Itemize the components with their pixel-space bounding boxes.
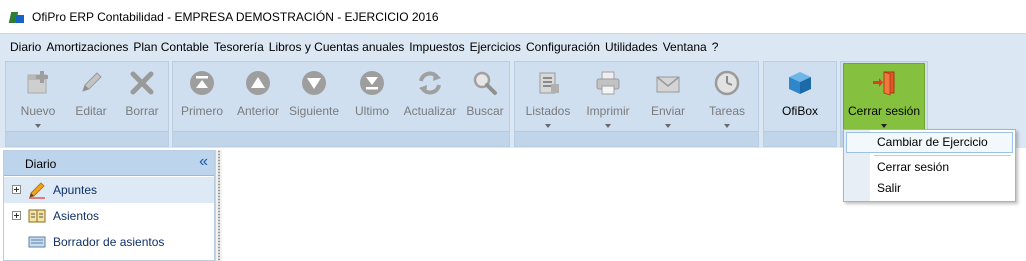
ofibox-button[interactable]: OfiBox xyxy=(770,64,830,130)
imprimir-button[interactable]: Imprimir xyxy=(579,64,637,130)
anterior-label: Anterior xyxy=(236,104,280,118)
list-report-icon xyxy=(539,72,559,94)
siguiente-label: Siguiente xyxy=(288,104,340,118)
listados-label: Listados xyxy=(525,104,571,118)
editar-button[interactable]: Editar xyxy=(66,64,116,130)
pencil-icon xyxy=(29,182,45,199)
first-record-icon xyxy=(190,71,214,95)
editar-label: Editar xyxy=(75,104,107,118)
ribbon-group-output: Listados Imprimir Enviar Tareas xyxy=(514,61,759,147)
menu-ejercicios[interactable]: Ejercicios xyxy=(470,40,521,54)
envelope-icon xyxy=(656,76,680,93)
chevron-down-icon xyxy=(545,124,551,128)
menu-amortizaciones[interactable]: Amortizaciones xyxy=(46,40,128,54)
chevron-down-icon xyxy=(35,124,41,128)
ribbon-group-strip xyxy=(764,131,836,146)
tree-item-borrador-asientos[interactable]: Borrador de asientos xyxy=(4,229,214,255)
exit-door-icon xyxy=(873,71,895,96)
menu-diario[interactable]: Diario xyxy=(10,40,41,54)
tareas-button[interactable]: Tareas xyxy=(699,64,755,130)
siguiente-button[interactable]: Siguiente xyxy=(287,64,341,130)
ofibox-cube-icon xyxy=(789,72,811,94)
borrar-label: Borrar xyxy=(125,104,159,118)
ribbon-group-ofibox: OfiBox xyxy=(763,61,837,147)
primero-label: Primero xyxy=(180,104,223,118)
cerrar-sesion-label: Cerrar sesión xyxy=(847,104,921,118)
menu-item-cambiar-ejercicio[interactable]: Cambiar de Ejercicio xyxy=(877,135,988,149)
chevron-down-icon xyxy=(724,124,730,128)
menu-item-cerrar-sesion[interactable]: Cerrar sesión xyxy=(877,160,949,174)
title-bar: OfiPro ERP Contabilidad - EMPRESA DEMOST… xyxy=(0,0,1026,33)
menu-item-salir[interactable]: Salir xyxy=(877,181,901,195)
expand-icon[interactable] xyxy=(12,211,21,220)
listados-button[interactable]: Listados xyxy=(521,64,575,130)
tree-item-asientos[interactable]: Asientos xyxy=(4,203,214,229)
ribbon-group-strip xyxy=(173,131,509,146)
window-title: OfiPro ERP Contabilidad - EMPRESA DEMOST… xyxy=(32,9,439,24)
menu-tesoreria[interactable]: Tesorería xyxy=(214,40,264,54)
diario-nav-panel: Diario « Apuntes Asientos Borrador de as… xyxy=(3,150,215,261)
last-record-icon xyxy=(360,71,384,95)
nuevo-label: Nuevo xyxy=(20,104,56,118)
tree-item-label: Apuntes xyxy=(53,183,98,197)
tree-item-label: Asientos xyxy=(53,209,100,223)
menu-bar: Diario Amortizaciones Plan Contable Teso… xyxy=(0,33,1026,59)
chevron-down-icon xyxy=(605,124,611,128)
new-record-icon xyxy=(27,71,48,94)
draft-icon xyxy=(28,236,46,248)
tree-item-label: Borrador de asientos xyxy=(53,235,165,249)
clock-icon xyxy=(714,70,740,96)
tareas-label: Tareas xyxy=(708,104,746,118)
borrar-button[interactable]: Borrar xyxy=(118,64,166,130)
printer-icon xyxy=(596,71,620,95)
app-logo-icon xyxy=(8,9,25,25)
panel-splitter[interactable] xyxy=(215,150,222,261)
session-dropdown-menu: Cambiar de Ejercicio Cerrar sesión Salir xyxy=(843,129,1016,202)
imprimir-label: Imprimir xyxy=(586,104,630,118)
ribbon-group-strip xyxy=(6,131,168,146)
collapse-panel-icon[interactable]: « xyxy=(199,153,208,171)
next-record-icon xyxy=(302,71,326,95)
ribbon-group-edit: Nuevo Editar Borrar xyxy=(5,61,169,147)
chevron-down-icon xyxy=(881,124,887,128)
menu-plan-contable[interactable]: Plan Contable xyxy=(133,40,208,54)
expand-icon[interactable] xyxy=(12,185,21,194)
previous-record-icon xyxy=(246,71,270,95)
enviar-button[interactable]: Enviar xyxy=(641,64,695,130)
ribbon-group-strip xyxy=(515,131,758,146)
menu-configuracion[interactable]: Configuración xyxy=(526,40,600,54)
cerrar-sesion-button[interactable]: Cerrar sesión xyxy=(843,63,925,130)
buscar-button[interactable]: Buscar xyxy=(461,64,509,130)
search-icon xyxy=(473,71,497,95)
primero-button[interactable]: Primero xyxy=(175,64,229,130)
splitter-grip xyxy=(218,150,220,261)
actualizar-label: Actualizar xyxy=(403,104,457,118)
menu-libros-cuentas[interactable]: Libros y Cuentas anuales xyxy=(269,40,404,54)
panel-title: Diario xyxy=(25,157,57,171)
actualizar-button[interactable]: Actualizar xyxy=(401,64,459,130)
menu-utilidades[interactable]: Utilidades xyxy=(605,40,658,54)
enviar-label: Enviar xyxy=(650,104,685,118)
edit-pencil-icon xyxy=(82,72,102,92)
nuevo-button[interactable]: Nuevo xyxy=(10,64,66,130)
menu-help[interactable]: ? xyxy=(712,40,719,54)
ultimo-label: Ultimo xyxy=(354,104,389,118)
buscar-label: Buscar xyxy=(466,104,504,118)
refresh-icon xyxy=(419,71,441,95)
menu-impuestos[interactable]: Impuestos xyxy=(409,40,464,54)
chevron-down-icon xyxy=(665,124,671,128)
menu-separator xyxy=(874,155,1011,156)
ofibox-label: OfiBox xyxy=(781,104,818,118)
ribbon-group-navigation: Primero Anterior Siguiente Ultimo Actual… xyxy=(172,61,510,147)
menu-ventana[interactable]: Ventana xyxy=(663,40,707,54)
delete-x-icon xyxy=(130,71,154,95)
ledger-icon xyxy=(28,209,46,223)
panel-header: Diario « xyxy=(4,151,214,176)
tree-item-apuntes[interactable]: Apuntes xyxy=(4,177,214,203)
ultimo-button[interactable]: Ultimo xyxy=(345,64,399,130)
anterior-button[interactable]: Anterior xyxy=(231,64,285,130)
